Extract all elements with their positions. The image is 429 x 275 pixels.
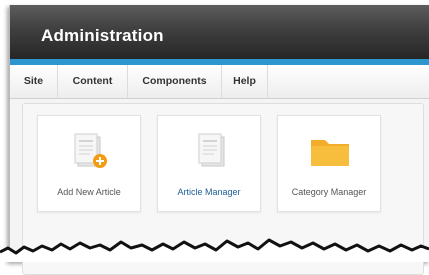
main-menu: Site Content Components Help (10, 65, 429, 99)
article-add-icon (74, 133, 107, 168)
menu-content[interactable]: Content (58, 65, 128, 98)
menu-help[interactable]: Help (222, 65, 268, 98)
category-manager-label: Category Manager (291, 187, 367, 197)
add-new-article-label: Add New Article (57, 187, 121, 197)
article-manager-label: Article Manager (177, 187, 241, 197)
article-icon (198, 133, 225, 167)
admin-window: Administration Site Content Components H… (9, 5, 429, 275)
page-title: Administration (41, 26, 164, 45)
header-bar: Administration (10, 5, 429, 59)
torn-edge-decoration (0, 238, 429, 262)
category-manager-button[interactable]: Category Manager (277, 115, 381, 212)
menu-site[interactable]: Site (10, 65, 58, 98)
add-new-article-button[interactable]: Add New Article (37, 115, 141, 212)
folder-icon (311, 140, 349, 166)
article-manager-button[interactable]: Article Manager (157, 115, 261, 212)
menu-components[interactable]: Components (128, 65, 222, 98)
